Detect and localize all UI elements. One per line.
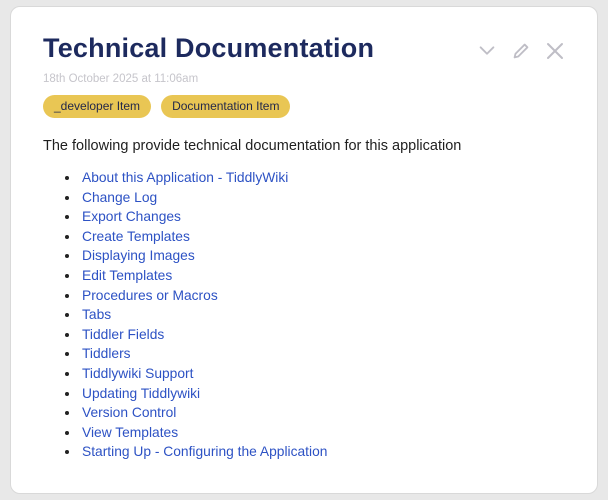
edit-button[interactable] (509, 39, 533, 63)
intro-text: The following provide technical document… (43, 138, 567, 154)
list-item: Displaying Images (80, 246, 567, 266)
tiddler-toolbar (475, 39, 567, 63)
list-item: Export Changes (80, 207, 567, 227)
list-item: About this Application - TiddlyWiki (80, 168, 567, 188)
link-view-templates[interactable]: View Templates (82, 425, 178, 440)
list-item: Updating Tiddlywiki (80, 384, 567, 404)
link-tabs[interactable]: Tabs (82, 307, 111, 322)
list-item: Tiddlywiki Support (80, 364, 567, 384)
fold-button[interactable] (475, 39, 499, 63)
tiddler-timestamp: 18th October 2025 at 11:06am (43, 73, 567, 85)
link-tiddler-fields[interactable]: Tiddler Fields (82, 327, 164, 342)
link-updating-tiddlywiki[interactable]: Updating Tiddlywiki (82, 386, 200, 401)
list-item: Tabs (80, 305, 567, 325)
tag-row: _developer Item Documentation Item (43, 95, 567, 118)
link-version-control[interactable]: Version Control (82, 405, 176, 420)
list-item: Tiddler Fields (80, 325, 567, 345)
link-displaying-images[interactable]: Displaying Images (82, 248, 195, 263)
link-create-templates[interactable]: Create Templates (82, 229, 190, 244)
list-item: Edit Templates (80, 266, 567, 286)
list-item: Procedures or Macros (80, 286, 567, 306)
list-item: Create Templates (80, 227, 567, 247)
list-item: View Templates (80, 423, 567, 443)
tiddler-card: Technical Documentation 18th October 202… (10, 6, 598, 494)
link-tiddlywiki-support[interactable]: Tiddlywiki Support (82, 366, 193, 381)
page-title: Technical Documentation (43, 33, 374, 64)
chevron-down-icon (476, 40, 498, 62)
link-export-changes[interactable]: Export Changes (82, 209, 181, 224)
card-header: Technical Documentation (43, 29, 567, 64)
list-item: Tiddlers (80, 344, 567, 364)
tag-documentation-item[interactable]: Documentation Item (161, 95, 290, 118)
link-change-log[interactable]: Change Log (82, 190, 157, 205)
list-item: Starting Up - Configuring the Applicatio… (80, 442, 567, 462)
tag-developer-item[interactable]: _developer Item (43, 95, 151, 118)
link-procedures-or-macros[interactable]: Procedures or Macros (82, 288, 218, 303)
link-tiddlers[interactable]: Tiddlers (82, 346, 131, 361)
link-about-this-application[interactable]: About this Application - TiddlyWiki (82, 170, 288, 185)
list-item: Change Log (80, 188, 567, 208)
edit-pencil-icon (510, 40, 532, 62)
link-starting-up[interactable]: Starting Up - Configuring the Applicatio… (82, 444, 327, 459)
close-icon (543, 39, 567, 63)
list-item: Version Control (80, 403, 567, 423)
close-button[interactable] (543, 39, 567, 63)
link-edit-templates[interactable]: Edit Templates (82, 268, 172, 283)
documentation-link-list: About this Application - TiddlyWiki Chan… (43, 168, 567, 462)
